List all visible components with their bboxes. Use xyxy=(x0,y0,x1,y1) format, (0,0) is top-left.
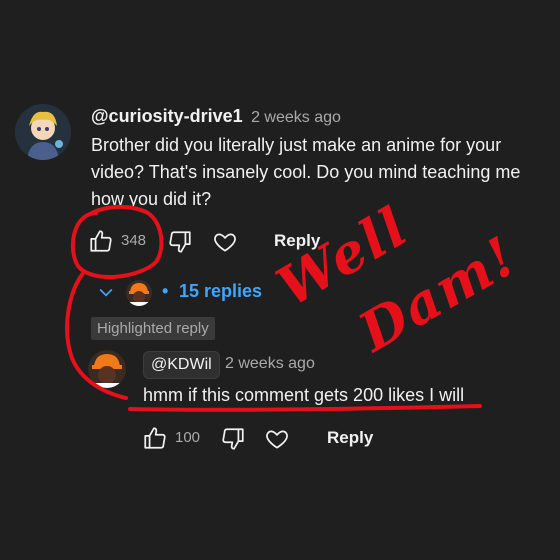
heart-button[interactable] xyxy=(212,229,238,255)
reply-like-button[interactable] xyxy=(142,425,168,451)
replies-count[interactable]: 15 replies xyxy=(179,281,262,302)
heart-icon xyxy=(266,430,288,449)
like-icon xyxy=(90,230,112,252)
heart-icon xyxy=(214,233,236,252)
reply-author-avatar-small xyxy=(126,280,152,306)
replies-toggle[interactable]: • 15 replies xyxy=(96,280,276,306)
comment-author[interactable]: @curiosity-drive1 xyxy=(91,106,243,126)
like-button[interactable] xyxy=(88,228,114,254)
reply-body: hmm if this comment gets 200 likes I wil… xyxy=(143,385,465,405)
reply-reply-button[interactable]: Reply xyxy=(327,428,373,448)
dislike-button[interactable] xyxy=(167,229,193,255)
like-count: 348 xyxy=(121,232,147,249)
like-icon xyxy=(144,427,166,449)
highlighted-reply-badge: Highlighted reply xyxy=(91,317,215,340)
reply-button[interactable]: Reply xyxy=(274,231,320,251)
reply-timestamp[interactable]: 2 weeks ago xyxy=(225,355,315,373)
annotation-text-dam: Dam! xyxy=(348,223,528,364)
reply-author[interactable]: @KDWil xyxy=(143,351,220,379)
reply-heart-button[interactable] xyxy=(264,426,290,452)
red-marker-annotations xyxy=(65,205,482,412)
avatar-curiosity-drive1[interactable] xyxy=(15,104,71,160)
replies-bullet: • xyxy=(162,281,169,301)
chevron-down-icon xyxy=(99,288,113,297)
reply-like-count: 100 xyxy=(175,429,201,446)
dislike-icon xyxy=(169,231,191,253)
annotation-circle xyxy=(70,205,164,279)
comment-timestamp[interactable]: 2 weeks ago xyxy=(251,109,341,126)
comment-header: @curiosity-drive1 2 weeks ago xyxy=(91,106,341,127)
comment-body: Brother did you literally just make an a… xyxy=(91,132,551,213)
comment-text-line: video? That's insanely cool. Do you mind… xyxy=(91,162,521,182)
avatar-kdwil[interactable] xyxy=(88,350,126,388)
dislike-icon xyxy=(222,428,244,450)
comment-text-line: Brother did you literally just make an a… xyxy=(91,135,502,155)
reply-dislike-button[interactable] xyxy=(220,426,246,452)
comment-text-line: how you did it? xyxy=(91,189,212,209)
